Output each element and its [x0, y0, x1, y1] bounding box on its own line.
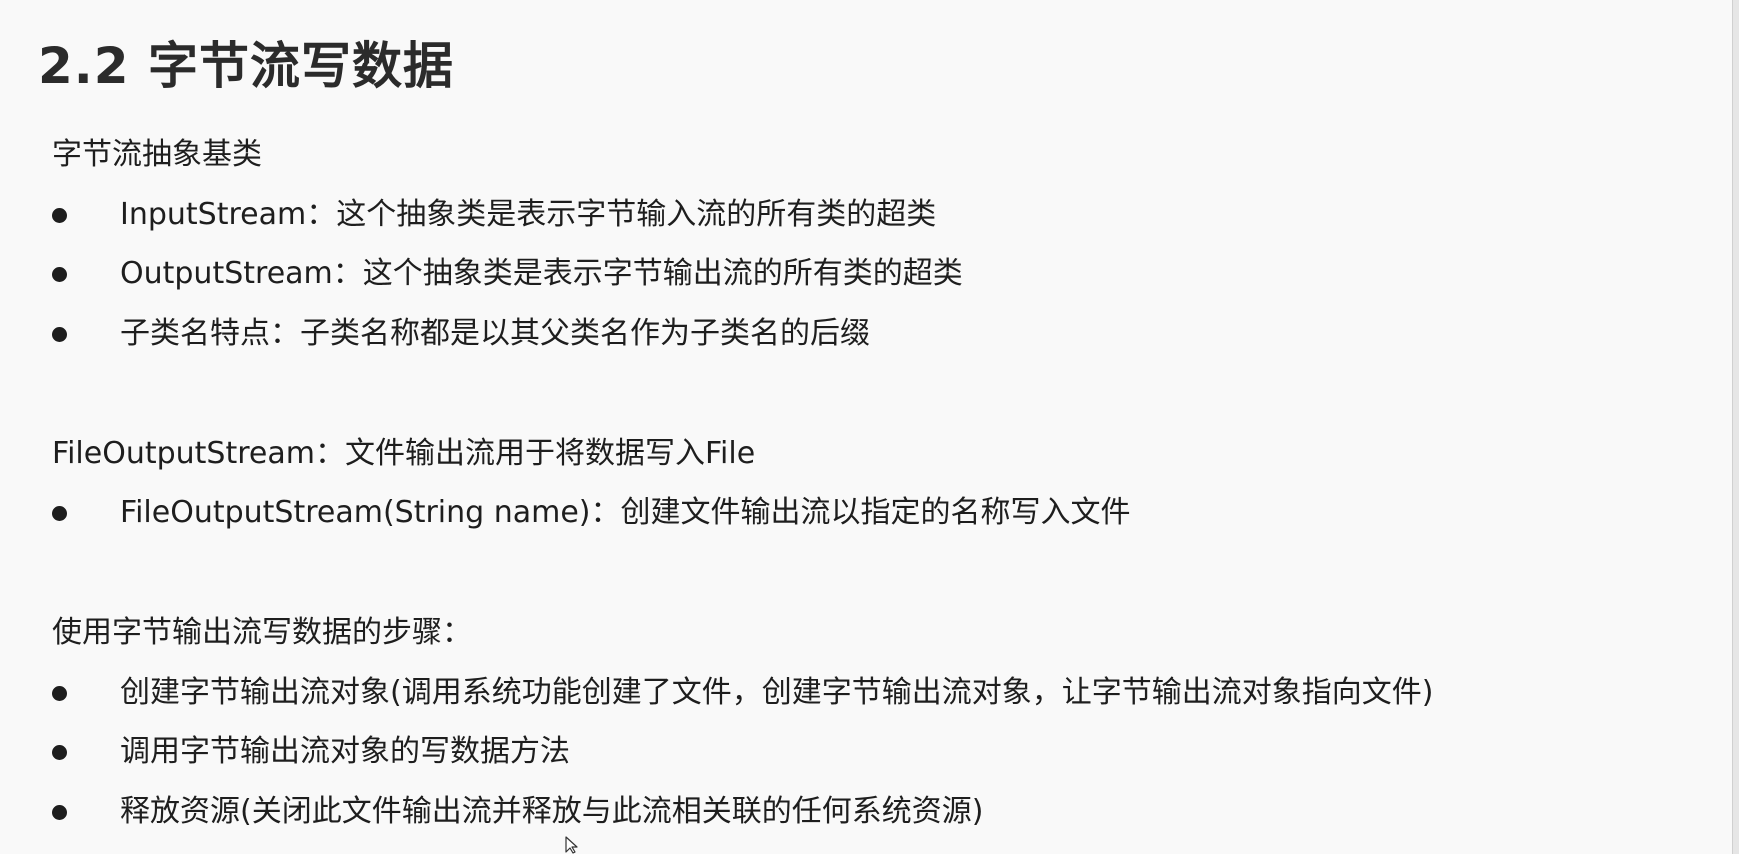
slide: 2.2 字节流写数据 字节流抽象基类 InputStream：这个抽象类是表示字…: [0, 0, 1739, 854]
list-item-text: 创建字节输出流对象(调用系统功能创建了文件，创建字节输出流对象，让字节输出流对象…: [120, 675, 1434, 710]
bullet-icon: [52, 805, 67, 820]
bullet-icon: [52, 506, 67, 521]
bullet-icon: [52, 745, 67, 760]
bullet-icon: [52, 208, 67, 223]
list-item-text: OutputStream：这个抽象类是表示字节输出流的所有类的超类: [120, 256, 963, 291]
section-heading-file-output-stream: FileOutputStream：文件输出流用于将数据写入File: [52, 436, 756, 471]
bullet-icon: [52, 267, 67, 282]
section-heading-byte-stream-base-classes: 字节流抽象基类: [52, 137, 262, 172]
slide-title: 2.2 字节流写数据: [38, 37, 454, 95]
bullet-icon: [52, 686, 67, 701]
list-item-text: InputStream：这个抽象类是表示字节输入流的所有类的超类: [120, 197, 937, 232]
list-item-text: 调用字节输出流对象的写数据方法: [120, 734, 570, 769]
window-edge: [1732, 0, 1739, 854]
section-heading-write-steps: 使用字节输出流写数据的步骤：: [52, 615, 472, 650]
bullet-icon: [52, 327, 67, 342]
list-item-text: 释放资源(关闭此文件输出流并释放与此流相关联的任何系统资源): [120, 794, 984, 829]
list-item-text: FileOutputStream(String name)：创建文件输出流以指定…: [120, 495, 1131, 530]
mouse-cursor-icon: [565, 836, 578, 854]
list-item-text: 子类名特点：子类名称都是以其父类名作为子类名的后缀: [120, 316, 870, 351]
